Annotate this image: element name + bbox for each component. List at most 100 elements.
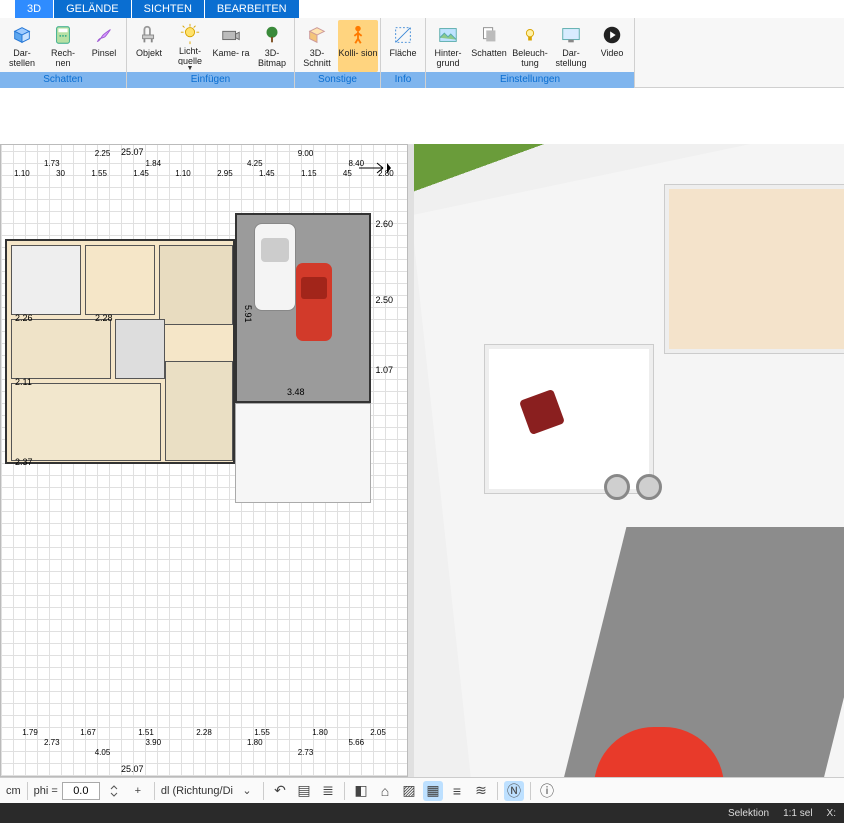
dim-row-2: 1.731.844.258.40 — [1, 159, 407, 169]
light-icon — [178, 23, 202, 45]
dropdown-caret-icon: ▼ — [187, 65, 194, 72]
dim-value: 1.67 — [80, 728, 96, 738]
tool-lines[interactable]: ≡ — [447, 781, 467, 801]
btn-3d-bitmap[interactable]: 3D- Bitmap — [252, 20, 292, 72]
dim-value: 1.80 — [312, 728, 328, 738]
dim-value: 3.90 — [145, 738, 161, 748]
dim: 2.11 — [15, 377, 32, 387]
btn-hintergrund[interactable]: Hinter- grund — [428, 20, 468, 72]
dim: 2.50 — [375, 295, 393, 305]
ribbon-group-schatten: Dar- stellen Rech- nen Pinsel Schatten — [0, 18, 127, 87]
tab-bearbeiten[interactable]: BEARBEITEN — [205, 0, 299, 18]
group-label: Schatten — [0, 72, 126, 88]
tool-waves[interactable]: ≋ — [471, 781, 491, 801]
dim-value: 4.25 — [247, 159, 263, 169]
tool-cube[interactable]: ◧ — [351, 781, 371, 801]
tool-view1[interactable]: ▤ — [294, 781, 314, 801]
viewport-3d[interactable] — [414, 144, 844, 777]
tab-sichten[interactable]: SICHTEN — [132, 0, 204, 18]
tool-undo[interactable]: ↶ — [270, 781, 290, 801]
dim-value: 1.73 — [44, 159, 60, 169]
ribbon-tabstrip: 3D GELÄNDE SICHTEN BEARBEITEN — [0, 0, 844, 18]
cube-small-icon: ◧ — [354, 782, 367, 799]
ribbon-group-einstellungen: Hinter- grund Schatten Beleuch- tung Dar… — [426, 18, 635, 87]
btn-darstellung[interactable]: Dar- stellung — [551, 20, 591, 72]
dim-value: 2.73 — [298, 748, 314, 758]
btn-label: 3D- Bitmap — [252, 48, 292, 68]
btn-pinsel[interactable]: Pinsel — [84, 20, 124, 72]
layers-icon: ▤ — [297, 782, 310, 799]
room — [11, 319, 111, 379]
tool-info[interactable]: ⓘ — [537, 781, 557, 801]
phi-stepper[interactable] — [104, 781, 124, 801]
btn-video[interactable]: Video — [592, 20, 632, 72]
separator — [530, 782, 531, 800]
btn-kamera[interactable]: Kame- ra — [211, 20, 251, 72]
tab-gelaende[interactable]: GELÄNDE — [54, 0, 131, 18]
lighting-icon — [518, 23, 542, 47]
ribbon-group-info: Fläche Info — [381, 18, 426, 87]
btn-darstellen[interactable]: Dar- stellen — [2, 20, 42, 72]
display-icon — [559, 23, 583, 47]
tab-3d[interactable]: 3D — [15, 0, 53, 18]
btn-lichtquelle[interactable]: Licht- quelle ▼ — [170, 20, 210, 72]
separator — [27, 782, 28, 800]
btn-rechnen[interactable]: Rech- nen — [43, 20, 83, 72]
person-icon — [346, 23, 370, 47]
car-white — [254, 223, 296, 311]
dim-value: 4.05 — [95, 748, 111, 758]
undo-icon: ↶ — [274, 782, 286, 799]
dim: 3.48 — [287, 387, 305, 397]
viewport-2d-plan[interactable]: 25.07 2.259.00 1.731.844.258.40 1.10301.… — [0, 144, 408, 777]
btn-label: Objekt — [136, 48, 162, 68]
dim: 2.28 — [95, 313, 113, 323]
btn-3d-schnitt[interactable]: 3D- Schnitt — [297, 20, 337, 72]
phi-input[interactable] — [62, 782, 100, 800]
roof-icon: ⌂ — [381, 783, 389, 799]
camera-icon — [219, 23, 243, 47]
dim: 1.07 — [375, 365, 393, 375]
driveway — [235, 403, 371, 503]
dim-value: 9.00 — [298, 149, 314, 159]
btn-label: Beleuch- tung — [510, 48, 550, 68]
tool-hatch[interactable]: ▨ — [399, 781, 419, 801]
area-icon — [391, 23, 415, 47]
dim-value: 1.45 — [259, 169, 275, 179]
dim-value: 5.66 — [348, 738, 364, 748]
btn-beleuchtung[interactable]: Beleuch- tung — [510, 20, 550, 72]
dl-dropdown[interactable]: ⌄ — [237, 781, 257, 801]
room — [159, 245, 233, 325]
dim-row-3: 1.10301.551.451.102.951.451.15452.80 — [1, 169, 407, 179]
phi-add-button[interactable]: + — [128, 781, 148, 801]
btn-objekt[interactable]: Objekt — [129, 20, 169, 72]
tool-grid[interactable]: ▦ — [423, 781, 443, 801]
contour-icon: ≋ — [475, 782, 487, 799]
btn-schatten-settings[interactable]: Schatten — [469, 20, 509, 72]
bottom-toolbar: cm phi = + dl (Richtung/Di ⌄ ↶ ▤ ≣ ◧ ⌂ ▨… — [0, 777, 844, 803]
tool-north[interactable]: Ⓝ — [504, 781, 524, 801]
separator — [344, 782, 345, 800]
btn-flaeche[interactable]: Fläche — [383, 20, 423, 72]
section-icon — [305, 23, 329, 47]
tool-roof[interactable]: ⌂ — [375, 781, 395, 801]
btn-label: Pinsel — [92, 48, 117, 68]
dim-row-b2: 2.733.901.805.66 — [1, 738, 407, 748]
play-icon — [600, 23, 624, 47]
dim-value: 8.40 — [348, 159, 364, 169]
dim-value: 1.79 — [22, 728, 38, 738]
dim: 2.37 — [15, 457, 33, 467]
separator — [154, 782, 155, 800]
btn-kollision[interactable]: Kolli- sion — [338, 20, 378, 72]
dim-row-b1: 1.791.671.512.281.551.802.05 — [1, 728, 407, 738]
room — [11, 383, 161, 461]
hatch-icon: ▨ — [402, 782, 415, 799]
btn-label: Kolli- sion — [338, 48, 377, 68]
btn-label: Licht- quelle — [170, 46, 210, 65]
dim-value: 2.95 — [217, 169, 233, 179]
dim-row-1: 2.259.00 — [1, 149, 407, 159]
separator — [497, 782, 498, 800]
house-outline: 2.26 2.28 2.11 2.37 — [5, 239, 235, 464]
tool-view2[interactable]: ≣ — [318, 781, 338, 801]
btn-label: Rech- nen — [43, 48, 83, 68]
btn-label: Fläche — [389, 48, 416, 68]
